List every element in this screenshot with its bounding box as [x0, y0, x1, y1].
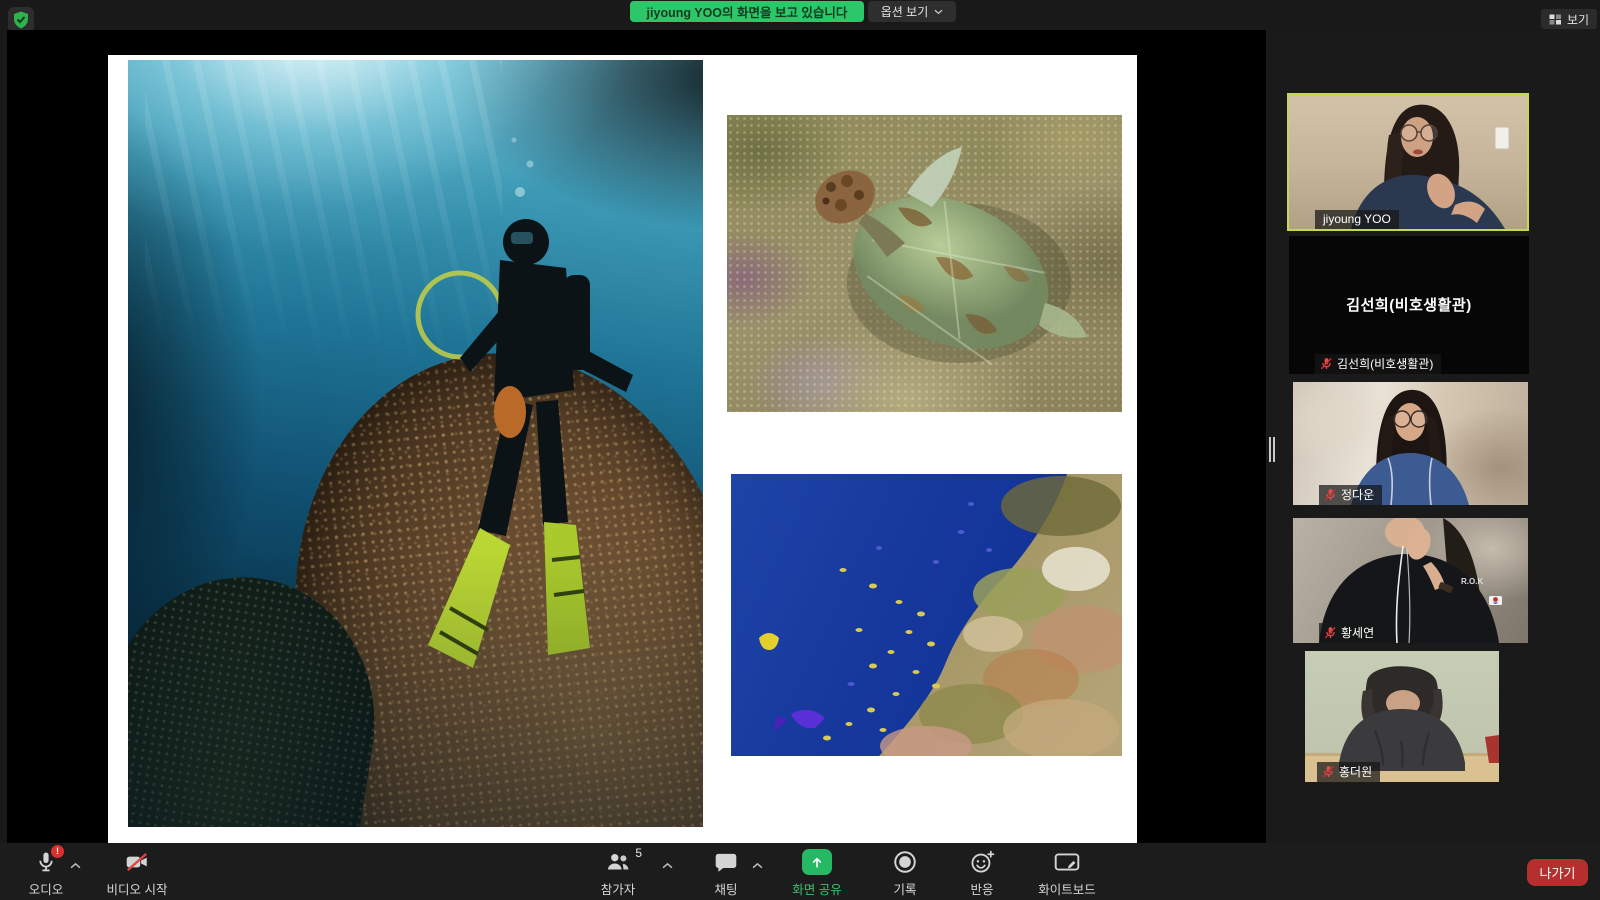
participant-2-center-name: 김선희(비호생활관)	[1289, 294, 1529, 315]
gallery-grid-icon	[1549, 14, 1562, 25]
participant-video-hong-deowon[interactable]: 홍더원	[1305, 651, 1499, 782]
participant-video-jiyoung-yoo[interactable]: jiyoung YOO	[1287, 93, 1529, 231]
scuba-diver-photo	[128, 60, 703, 827]
meeting-toolbar: ! 오디오 비디오 시작 5 참가자	[0, 843, 1600, 900]
participants-icon	[604, 849, 632, 875]
participant-2-name-tag: 김선희(비호생활관)	[1315, 354, 1441, 374]
start-video-button[interactable]: 비디오 시작	[89, 849, 185, 898]
participant-4-name-tag: 황세연	[1319, 623, 1382, 643]
screen-share-banner-text: jiyoung YOO의 화면을 보고 있습니다	[647, 2, 848, 21]
participant-2-name: 김선희(비호생활관)	[1337, 358, 1433, 370]
reactions-button[interactable]: 반응	[934, 849, 1030, 898]
video-off-icon	[123, 849, 151, 875]
muted-mic-icon	[1324, 488, 1337, 501]
start-video-label: 비디오 시작	[107, 879, 168, 898]
water-fog-overlay	[128, 482, 703, 827]
zoom-meeting-window: { "topbar": { "banner": "jiyoung YOO의 화면…	[0, 0, 1600, 900]
record-icon	[892, 849, 918, 875]
participant-video-hwang-seyeon[interactable]: R.O.K 황세연	[1293, 518, 1528, 643]
participant-4-name: 황세연	[1341, 627, 1374, 639]
participant-5-name: 홍더원	[1339, 766, 1372, 778]
chat-bubble-icon	[713, 849, 739, 875]
chat-options-chevron[interactable]	[752, 856, 763, 874]
participant-1-name: jiyoung YOO	[1323, 213, 1391, 225]
sea-turtle-figure	[727, 115, 1122, 412]
participant-5-name-tag: 홍더원	[1317, 762, 1380, 782]
share-screen-icon	[802, 849, 832, 875]
participants-count: 5	[635, 846, 642, 860]
share-screen-label: 화면 공유	[792, 879, 841, 898]
whiteboard-label: 화이트보드	[1038, 879, 1096, 898]
whiteboard-icon	[1053, 849, 1081, 875]
participant-1-name-tag: jiyoung YOO	[1315, 210, 1399, 229]
participant-3-name-tag: 정다운	[1319, 485, 1382, 505]
shield-check-icon	[13, 11, 29, 29]
record-label: 기록	[893, 879, 916, 898]
participant-video-jung-dawoon[interactable]: 정다운	[1293, 382, 1528, 505]
participant-3-name: 정다운	[1341, 489, 1374, 501]
shared-screen-stage	[7, 30, 1266, 843]
leave-meeting-label: 나가기	[1540, 863, 1576, 882]
muted-mic-icon	[1324, 626, 1337, 639]
panel-resize-handle-bar[interactable]	[1273, 437, 1275, 462]
view-layout-label: 보기	[1567, 11, 1589, 28]
reactions-label: 반응	[970, 879, 993, 898]
muted-mic-icon	[1322, 765, 1335, 778]
participants-button[interactable]: 5 참가자	[570, 849, 666, 898]
muted-mic-icon	[1320, 357, 1333, 370]
whiteboard-button[interactable]: 화이트보드	[1019, 849, 1115, 898]
participant-1-figure	[1289, 95, 1527, 229]
coral-reef-photo	[731, 474, 1122, 756]
audio-alert-badge: !	[51, 845, 64, 858]
audio-label: 오디오	[29, 879, 64, 898]
coral-reef-wall	[731, 474, 1122, 756]
leave-meeting-button[interactable]: 나가기	[1527, 859, 1588, 886]
shared-slide	[108, 55, 1137, 843]
chevron-down-icon	[934, 9, 943, 15]
view-options-label: 옵션 보기	[881, 3, 929, 20]
audio-options-chevron[interactable]	[70, 856, 81, 874]
view-options-button[interactable]: 옵션 보기	[868, 1, 956, 22]
screen-share-banner: jiyoung YOO의 화면을 보고 있습니다	[630, 1, 864, 22]
reactions-smiley-icon	[969, 849, 996, 875]
sea-turtle-photo	[727, 115, 1122, 412]
participant-video-off-kim-sunhee[interactable]: 김선희(비호생활관) 김선희(비호생활관)	[1289, 236, 1529, 374]
panel-resize-handle[interactable]	[1269, 437, 1271, 462]
participants-options-chevron[interactable]	[662, 856, 673, 874]
shirt-text: R.O.K	[1461, 577, 1483, 586]
share-screen-button[interactable]: 화면 공유	[769, 849, 865, 898]
chat-label: 채팅	[714, 879, 737, 898]
participants-label: 참가자	[601, 879, 636, 898]
view-layout-button[interactable]: 보기	[1541, 9, 1597, 29]
participants-panel: jiyoung YOO 김선희(비호생활관) 김선희(비호생활관)	[1266, 30, 1600, 843]
